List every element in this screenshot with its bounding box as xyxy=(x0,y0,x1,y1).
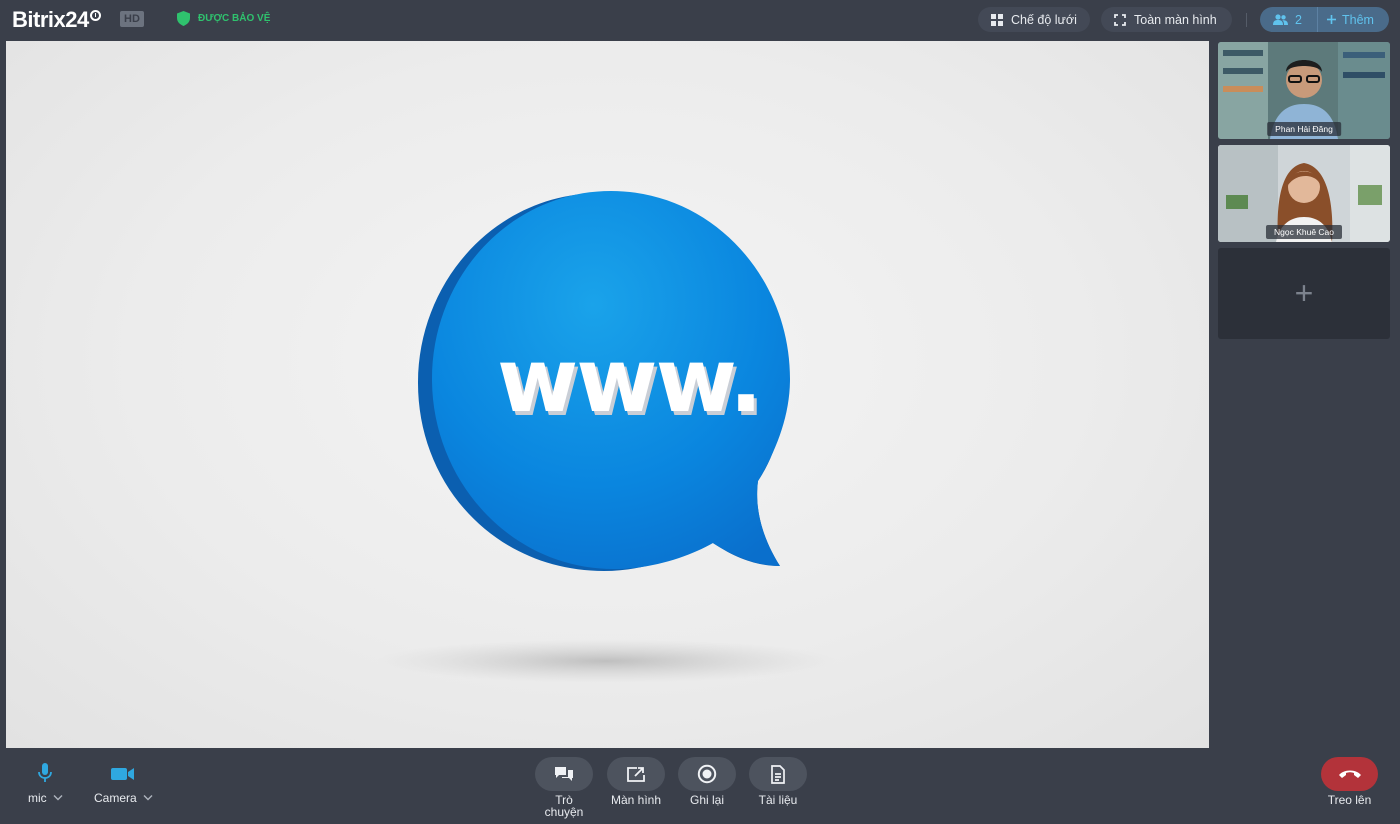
plus-icon xyxy=(1327,15,1336,24)
fullscreen-label: Toàn màn hình xyxy=(1134,12,1217,27)
participant-tile[interactable]: Phan Hải Đăng xyxy=(1218,42,1390,139)
chat-label-line2: chuyện xyxy=(544,805,584,819)
protected-indicator: ĐƯỢC BẢO VỆ xyxy=(177,11,270,26)
chat-button[interactable] xyxy=(535,757,593,791)
mic-label-row: mic xyxy=(28,791,63,805)
hd-badge: HD xyxy=(120,11,144,27)
record-label: Ghi lại xyxy=(689,793,724,807)
users-icon xyxy=(1273,14,1288,25)
grid-mode-button[interactable]: Chế độ lưới xyxy=(978,7,1090,32)
chat-icon xyxy=(555,766,573,781)
phone-hangup-icon xyxy=(1338,770,1361,778)
camera-label: Camera xyxy=(94,791,137,805)
shield-icon xyxy=(177,11,190,26)
participants-button[interactable]: 2 xyxy=(1260,7,1318,32)
protected-label: ĐƯỢC BẢO VỆ xyxy=(198,13,271,24)
add-participant-tile[interactable]: + xyxy=(1218,248,1390,339)
camera-icon xyxy=(111,768,135,780)
record-icon xyxy=(697,764,717,784)
fullscreen-icon xyxy=(1114,13,1126,26)
screen-share-button[interactable] xyxy=(607,757,665,791)
screen-share-label: Màn hình xyxy=(610,793,662,807)
mic-control[interactable]: mic xyxy=(28,763,63,805)
screen-share-icon xyxy=(627,766,645,782)
camera-label-row: Camera xyxy=(94,791,153,805)
participant-tile[interactable]: Ngọc Khuê Cao xyxy=(1218,145,1390,242)
grid-icon xyxy=(991,13,1003,26)
microphone-icon xyxy=(38,763,53,782)
divider xyxy=(1246,13,1247,27)
participant-name: Phan Hải Đăng xyxy=(1267,122,1341,136)
document-icon xyxy=(771,764,785,784)
shared-content-image: www. www. xyxy=(376,191,836,683)
chat-label: Trò chuyện xyxy=(535,794,593,818)
bitrix24-logo: Bitrix24 xyxy=(12,7,101,33)
top-bar: Bitrix24 HD ĐƯỢC BẢO VỆ Chế độ lưới Toàn… xyxy=(0,0,1400,40)
video-call-window: Bitrix24 HD ĐƯỢC BẢO VỆ Chế độ lưới Toàn… xyxy=(0,0,1400,824)
logo-text: Bitrix24 xyxy=(12,7,89,32)
add-label: Thêm xyxy=(1342,12,1374,27)
chevron-down-icon[interactable] xyxy=(143,795,153,801)
shared-screen-view: www. www. xyxy=(6,41,1209,748)
hangup-button[interactable] xyxy=(1321,757,1378,791)
participant-count: 2 xyxy=(1295,12,1302,27)
add-participant-button[interactable]: Thêm xyxy=(1318,13,1374,27)
chevron-down-icon[interactable] xyxy=(53,795,63,801)
clock-icon xyxy=(89,9,101,21)
documents-button[interactable] xyxy=(749,757,807,791)
camera-control[interactable]: Camera xyxy=(94,763,153,805)
plus-icon: + xyxy=(1294,275,1314,311)
record-button[interactable] xyxy=(678,757,736,791)
hangup-label: Treo lên xyxy=(1327,793,1372,807)
documents-label: Tài liệu xyxy=(758,793,798,807)
fullscreen-button[interactable]: Toàn màn hình xyxy=(1101,7,1232,32)
www-text: www. xyxy=(497,329,761,432)
mic-label: mic xyxy=(28,791,47,805)
participant-name: Ngọc Khuê Cao xyxy=(1265,225,1343,239)
participants-control: 2 Thêm xyxy=(1260,7,1389,32)
grid-mode-label: Chế độ lưới xyxy=(1011,12,1077,27)
